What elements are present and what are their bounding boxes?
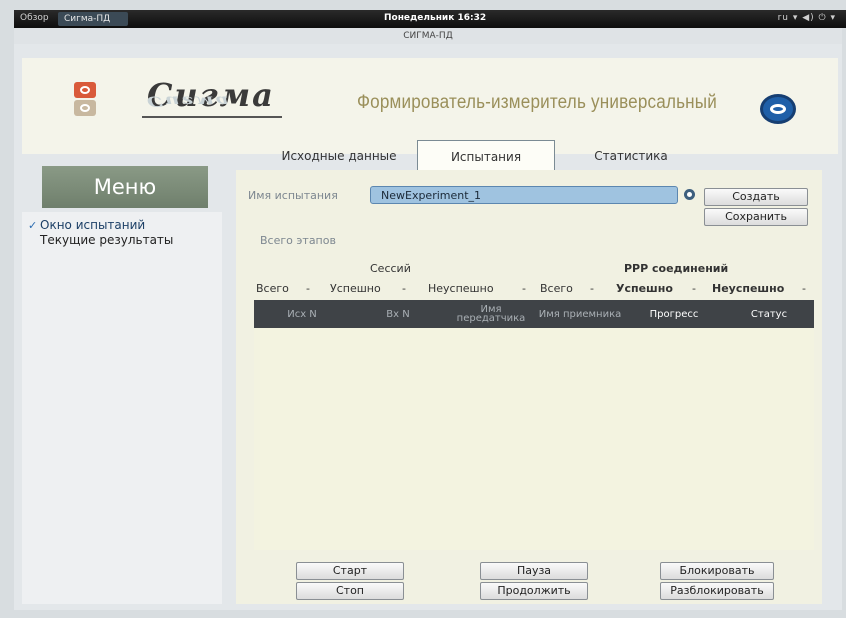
sidebar xyxy=(22,212,222,604)
clock[interactable]: Понедельник 16:32 xyxy=(384,13,486,23)
sidebar-item-test-window[interactable]: ✓ Окно испытаний xyxy=(28,218,218,233)
unblock-button[interactable]: Разблокировать xyxy=(660,582,774,600)
experiment-name-input[interactable] xyxy=(370,186,678,204)
tab-tests[interactable]: Испытания xyxy=(417,140,555,170)
experiment-name-label: Имя испытания xyxy=(248,189,338,202)
resume-button[interactable]: Продолжить xyxy=(480,582,588,600)
sessions-fail-value: - xyxy=(522,282,526,295)
table-body[interactable] xyxy=(254,328,814,550)
column-header[interactable]: Имя приемника xyxy=(536,300,624,328)
tab-statistics[interactable]: Статистика xyxy=(560,140,702,170)
sidebar-item-current-results[interactable]: Текущие результаты xyxy=(28,233,218,248)
table-header: Исх N Вх N Имя передатчика Имя приемника… xyxy=(254,300,814,328)
sidebar-item-label: Текущие результаты xyxy=(40,233,174,247)
ppp-total-label: Всего xyxy=(540,282,573,295)
column-header[interactable]: Вх N xyxy=(350,300,446,328)
sessions-success-value: - xyxy=(402,282,406,295)
ppp-fail-label: Неуспешно xyxy=(712,282,785,295)
checkmark-icon: ✓ xyxy=(28,219,38,232)
tab-bar: Исходные данные Испытания Статистика xyxy=(266,140,702,170)
column-header[interactable]: Прогресс xyxy=(624,300,724,328)
sessions-fail-label: Неуспешно xyxy=(428,282,494,295)
clear-icon[interactable] xyxy=(684,189,695,200)
system-status-area[interactable]: ru ▾ ◀) ⏻ ▾ xyxy=(778,13,836,23)
column-header[interactable]: Статус xyxy=(724,300,814,328)
sessions-title: Сессий xyxy=(370,262,411,275)
create-button[interactable]: Создать xyxy=(704,188,808,206)
ppp-title: PPP соединений xyxy=(624,262,729,275)
product-title: Формирователь-измеритель универсальный xyxy=(357,92,718,113)
menu-title: Меню xyxy=(42,166,208,208)
brand-badge-icon xyxy=(760,94,796,124)
column-header[interactable]: Имя передатчика xyxy=(446,300,536,328)
pause-button[interactable]: Пауза xyxy=(480,562,588,580)
window-title: СИГМА-ПД xyxy=(14,28,842,44)
activities-button[interactable]: Обзор xyxy=(20,13,49,23)
total-stages-label: Всего этапов xyxy=(260,234,336,247)
sidebar-item-label: Окно испытаний xyxy=(40,218,146,232)
ppp-total-value: - xyxy=(590,282,594,295)
logo-icon xyxy=(74,82,98,118)
stop-button[interactable]: Стоп xyxy=(296,582,404,600)
tab-initial-data[interactable]: Исходные данные xyxy=(266,140,412,170)
sidebar-menu: ✓ Окно испытаний Текущие результаты xyxy=(28,218,218,248)
logo-underline xyxy=(142,116,282,118)
logo-reflection: Сигма xyxy=(147,93,231,110)
ppp-success-label: Успешно xyxy=(616,282,673,295)
ppp-success-value: - xyxy=(692,282,696,295)
block-button[interactable]: Блокировать xyxy=(660,562,774,580)
sessions-total-label: Всего xyxy=(256,282,289,295)
sessions-total-value: - xyxy=(306,282,310,295)
start-button[interactable]: Старт xyxy=(296,562,404,580)
sessions-success-label: Успешно xyxy=(330,282,381,295)
column-header[interactable]: Исх N xyxy=(254,300,350,328)
system-top-bar: Обзор Сигма-ПД Понедельник 16:32 ru ▾ ◀)… xyxy=(14,10,846,28)
app-menu-button[interactable]: Сигма-ПД xyxy=(58,12,128,26)
ppp-fail-value: - xyxy=(802,282,806,295)
save-button[interactable]: Сохранить xyxy=(704,208,808,226)
